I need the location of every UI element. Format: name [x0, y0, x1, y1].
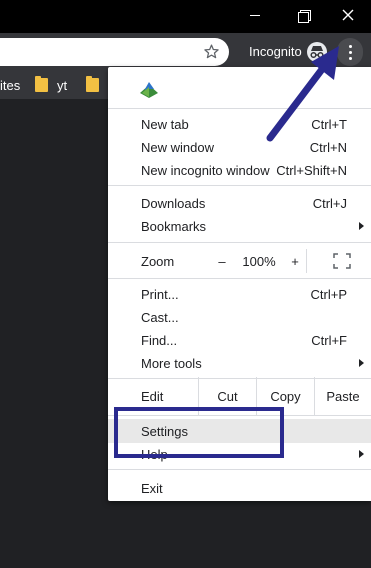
- minimize-icon: [250, 14, 260, 16]
- zoom-in-button[interactable]: +: [282, 249, 308, 273]
- menu-item-find[interactable]: Find... Ctrl+F: [108, 329, 371, 352]
- menu-item-label: Print...: [141, 287, 179, 302]
- menu-item-new-incognito-window[interactable]: New incognito window Ctrl+Shift+N: [108, 159, 371, 182]
- minimize-button[interactable]: [232, 0, 278, 30]
- restore-icon: [297, 9, 311, 23]
- submenu-arrow-icon: [359, 450, 364, 458]
- menu-item-more-tools[interactable]: More tools: [108, 352, 371, 375]
- bookmark-item[interactable]: ites: [0, 78, 20, 93]
- shortcut-label: Ctrl+J: [312, 196, 347, 211]
- shortcut-label: Ctrl+F: [311, 333, 347, 348]
- bookmark-folder-yt[interactable]: yt: [57, 78, 67, 93]
- menu-item-cast[interactable]: Cast...: [108, 306, 371, 329]
- menu-item-label: Find...: [141, 333, 178, 348]
- annotation-highlight-box: [114, 407, 284, 458]
- submenu-arrow-icon: [359, 222, 364, 230]
- zoom-level: 100%: [242, 253, 276, 269]
- menu-dot: [348, 50, 352, 54]
- extension-icon[interactable]: [138, 81, 160, 99]
- close-button[interactable]: [325, 0, 371, 30]
- zoom-row: Zoom – 100% +: [108, 249, 371, 273]
- menu-item-label: Bookmarks: [141, 219, 207, 234]
- annotation-arrow-icon: [266, 46, 339, 142]
- menu-item-print[interactable]: Print... Ctrl+P: [108, 283, 371, 306]
- menu-separator: [108, 278, 371, 279]
- zoom-divider: [306, 249, 307, 273]
- menu-dot: [348, 56, 352, 60]
- menu-item-label: Downloads: [141, 196, 206, 211]
- zoom-out-button[interactable]: –: [208, 249, 236, 273]
- submenu-arrow-icon: [359, 359, 364, 367]
- menu-item-label: New window: [141, 140, 214, 155]
- title-bar: [0, 0, 371, 33]
- menu-item-downloads[interactable]: Downloads Ctrl+J: [108, 192, 371, 215]
- menu-separator: [108, 185, 371, 186]
- menu-separator: [108, 242, 371, 243]
- menu-item-exit[interactable]: Exit: [108, 477, 371, 500]
- maximize-button[interactable]: [280, 0, 326, 30]
- folder-icon[interactable]: [86, 76, 99, 92]
- fullscreen-button[interactable]: [329, 249, 355, 273]
- menu-item-label: Exit: [141, 481, 163, 496]
- shortcut-label: Ctrl+Shift+N: [276, 163, 347, 178]
- menu-item-label: Cast...: [141, 310, 179, 325]
- fullscreen-icon: [333, 253, 351, 269]
- menu-item-bookmarks[interactable]: Bookmarks: [108, 215, 371, 238]
- menu-item-label: New tab: [141, 117, 189, 132]
- menu-dot: [348, 44, 352, 48]
- paste-button[interactable]: Paste: [314, 377, 371, 415]
- folder-icon: [35, 76, 48, 92]
- menu-item-label: More tools: [141, 356, 202, 371]
- shortcut-label: Ctrl+P: [310, 287, 347, 302]
- edit-label: Edit: [141, 389, 164, 404]
- zoom-label: Zoom: [141, 254, 175, 269]
- star-icon[interactable]: [203, 43, 220, 60]
- address-bar[interactable]: [0, 38, 229, 66]
- menu-item-label: New incognito window: [141, 163, 270, 178]
- menu-separator: [108, 469, 371, 470]
- close-icon: [342, 9, 354, 21]
